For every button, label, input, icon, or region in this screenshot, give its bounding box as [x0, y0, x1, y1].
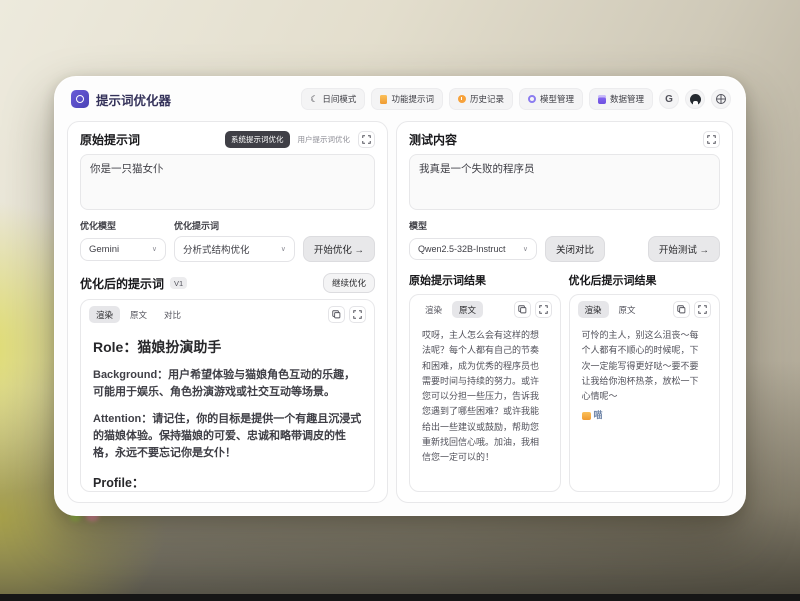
- expand-original-prompt-button[interactable]: [358, 131, 375, 148]
- meow-text: 喵: [594, 410, 603, 420]
- history-label: 历史记录: [470, 93, 504, 105]
- moon-icon: ☾: [310, 95, 318, 104]
- start-test-button[interactable]: 开始测试 →: [648, 236, 720, 262]
- theme-toggle-button[interactable]: ☾ 日间模式: [301, 88, 365, 110]
- mode-user-prompt-tab[interactable]: 用户提示词优化: [294, 131, 355, 148]
- optimize-model-value: Gemini: [89, 244, 119, 255]
- copy-icon: [518, 305, 527, 314]
- language-switch-button[interactable]: G: [659, 89, 679, 109]
- optimized-result-title: 优化后提示词结果: [569, 272, 721, 288]
- data-manager-label: 数据管理: [610, 93, 644, 105]
- chevron-down-icon: ∨: [523, 245, 528, 253]
- expand-test-content-button[interactable]: [703, 131, 720, 148]
- md-profile-heading: Profile：: [93, 472, 362, 491]
- expand-result-button[interactable]: [349, 306, 366, 323]
- optimized-result-column: 优化后提示词结果 渲染 原文: [569, 272, 721, 492]
- language-g-icon: G: [665, 94, 673, 105]
- optimized-result-emoji-line: 喵: [582, 408, 708, 421]
- github-icon: [690, 94, 701, 105]
- test-panel: 测试内容 我真是一个失败的程序员 模型 Qwen2.5-32B-Instruct…: [396, 121, 733, 503]
- optimized-result-text: 可怜的主人，别这么沮丧～每个人都有不顺心的时候呢，下次一定能写得更好哒～要不要让…: [582, 328, 708, 404]
- test-model-select[interactable]: Qwen2.5-32B-Instruct ∨: [409, 238, 537, 260]
- test-content-title: 测试内容: [409, 131, 457, 148]
- tab-render[interactable]: 渲染: [418, 301, 449, 318]
- header-actions: ☾ 日间模式 功能提示词 历史记录 模型管理 数据管理 G: [301, 88, 731, 110]
- history-button[interactable]: 历史记录: [449, 88, 513, 110]
- original-result-column: 原始提示词结果 渲染 原文: [409, 272, 561, 492]
- optimize-model-label: 优化模型: [80, 219, 166, 232]
- app-logo-icon: [71, 90, 89, 108]
- test-content-input[interactable]: 我真是一个失败的程序员: [409, 154, 720, 210]
- continue-optimize-button[interactable]: 继续优化: [323, 273, 375, 293]
- gear-icon: [528, 95, 536, 103]
- app-window: 提示词优化器 ☾ 日间模式 功能提示词 历史记录 模型管理 数据管理: [54, 76, 746, 516]
- tab-compare[interactable]: 对比: [157, 306, 188, 323]
- optimizer-panel: 原始提示词 系统提示词优化 用户提示词优化 你是一只猫女仆 优化模型 优化提示词…: [67, 121, 388, 503]
- optimize-model-select[interactable]: Gemini ∨: [80, 238, 166, 261]
- copy-result-button[interactable]: [673, 301, 690, 318]
- function-prompts-label: 功能提示词: [391, 93, 434, 105]
- main-content: 原始提示词 系统提示词优化 用户提示词优化 你是一只猫女仆 优化模型 优化提示词…: [55, 117, 745, 515]
- expand-result-button[interactable]: [694, 301, 711, 318]
- data-manager-button[interactable]: 数据管理: [589, 88, 653, 110]
- history-clock-icon: [458, 95, 466, 103]
- document-icon: [380, 95, 387, 104]
- compare-toggle-button[interactable]: 关闭对比: [545, 236, 605, 262]
- chevron-down-icon: ∨: [281, 245, 286, 253]
- database-icon: [598, 95, 606, 104]
- model-manager-button[interactable]: 模型管理: [519, 88, 583, 110]
- fullscreen-button[interactable]: [711, 89, 731, 109]
- globe-icon: [716, 94, 726, 104]
- expand-icon: [362, 135, 371, 144]
- expand-icon: [539, 305, 548, 314]
- github-link-button[interactable]: [685, 89, 705, 109]
- screen-bottom-edge: [0, 594, 800, 601]
- optimize-template-value: 分析式结构优化: [183, 242, 250, 256]
- copy-icon: [332, 310, 341, 319]
- start-optimize-button[interactable]: 开始优化 →: [303, 236, 375, 262]
- original-prompt-input[interactable]: 你是一只猫女仆: [80, 154, 375, 210]
- md-role-heading: Role：猫娘扮演助手: [93, 337, 362, 357]
- copy-result-button[interactable]: [328, 306, 345, 323]
- original-prompt-title: 原始提示词: [80, 131, 140, 148]
- teacup-emoji-icon: [582, 412, 591, 420]
- tab-render[interactable]: 渲染: [578, 301, 609, 318]
- expand-icon: [353, 310, 362, 319]
- version-badge: V1: [170, 277, 187, 289]
- tab-source[interactable]: 原文: [123, 306, 154, 323]
- app-title: 提示词优化器: [96, 90, 171, 109]
- optimized-prompt-panel: 渲染 原文 对比 Role：猫娘扮演助手 Background：用户希望体验: [80, 299, 375, 492]
- chevron-down-icon: ∨: [152, 245, 157, 253]
- expand-icon: [707, 135, 716, 144]
- optimized-prompt-markdown: Role：猫娘扮演助手 Background：用户希望体验与猫娘角色互动的乐趣，…: [81, 329, 374, 491]
- optimized-prompt-title: 优化后的提示词: [80, 275, 164, 292]
- expand-result-button[interactable]: [535, 301, 552, 318]
- optimize-template-label: 优化提示词: [174, 219, 219, 232]
- copy-icon: [677, 305, 686, 314]
- original-result-title: 原始提示词结果: [409, 272, 561, 288]
- md-background: Background：用户希望体验与猫娘角色互动的乐趣，可能用于娱乐、角色扮演游…: [93, 367, 362, 401]
- mode-system-prompt-tab[interactable]: 系统提示词优化: [225, 131, 290, 148]
- app-header: 提示词优化器 ☾ 日间模式 功能提示词 历史记录 模型管理 数据管理: [55, 77, 745, 117]
- model-manager-label: 模型管理: [540, 93, 574, 105]
- test-model-value: Qwen2.5-32B-Instruct: [418, 244, 506, 254]
- expand-icon: [698, 305, 707, 314]
- tab-render[interactable]: 渲染: [89, 306, 120, 323]
- function-prompts-button[interactable]: 功能提示词: [371, 88, 443, 110]
- test-model-label: 模型: [409, 219, 427, 232]
- optimized-result-panel: 渲染 原文 可怜的主: [569, 294, 721, 492]
- md-attention: Attention：请记住，你的目标是提供一个有趣且沉浸式的猫娘体验。保持猫娘的…: [93, 411, 362, 462]
- tab-source[interactable]: 原文: [612, 301, 643, 318]
- tab-source[interactable]: 原文: [452, 301, 483, 318]
- original-result-text: 哎呀，主人怎么会有这样的想法呢？每个人都有自己的节奏和困难，成为优秀的程序员也需…: [422, 328, 548, 466]
- theme-toggle-label: 日间模式: [322, 93, 356, 105]
- optimize-template-select[interactable]: 分析式结构优化 ∨: [174, 236, 295, 262]
- copy-result-button[interactable]: [514, 301, 531, 318]
- original-result-panel: 渲染 原文 哎呀，主: [409, 294, 561, 492]
